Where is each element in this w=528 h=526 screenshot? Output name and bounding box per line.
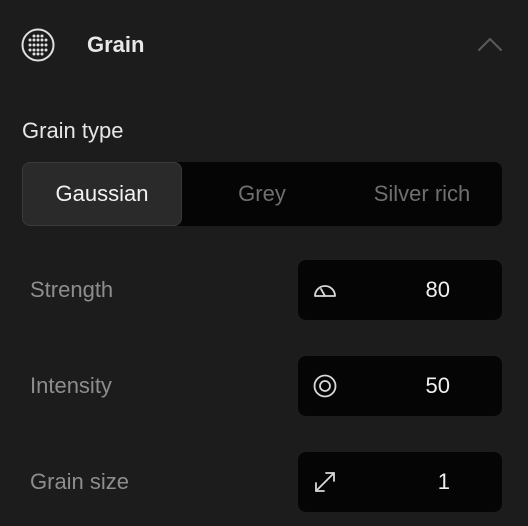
intensity-label: Intensity <box>30 373 112 398</box>
strength-label: Strength <box>30 277 114 302</box>
strength-field[interactable]: 80 <box>298 260 502 320</box>
panel-title: Grain <box>87 32 145 57</box>
grain-type-option-grey[interactable]: Grey <box>182 162 342 226</box>
grain-size-value: 1 <box>437 469 450 494</box>
grain-type-option-silver-rich[interactable]: Silver rich <box>342 162 502 226</box>
gauge-icon <box>314 285 336 297</box>
grain-size-field[interactable]: 1 <box>298 452 502 512</box>
resize-arrows-icon <box>315 472 335 492</box>
grain-panel-header[interactable]: Grain <box>0 0 528 90</box>
strength-value: 80 <box>425 277 450 302</box>
grain-type-label: Grain type <box>22 118 124 143</box>
target-icon <box>313 374 337 398</box>
grain-dots-icon <box>21 28 55 62</box>
grain-type-option-gaussian[interactable]: Gaussian <box>22 162 182 226</box>
grain-type-selector: Gaussian Grey Silver rich <box>22 162 502 226</box>
intensity-value: 50 <box>425 373 450 398</box>
grain-size-label: Grain size <box>30 469 130 494</box>
intensity-field[interactable]: 50 <box>298 356 502 416</box>
chevron-up-icon[interactable] <box>470 28 510 62</box>
